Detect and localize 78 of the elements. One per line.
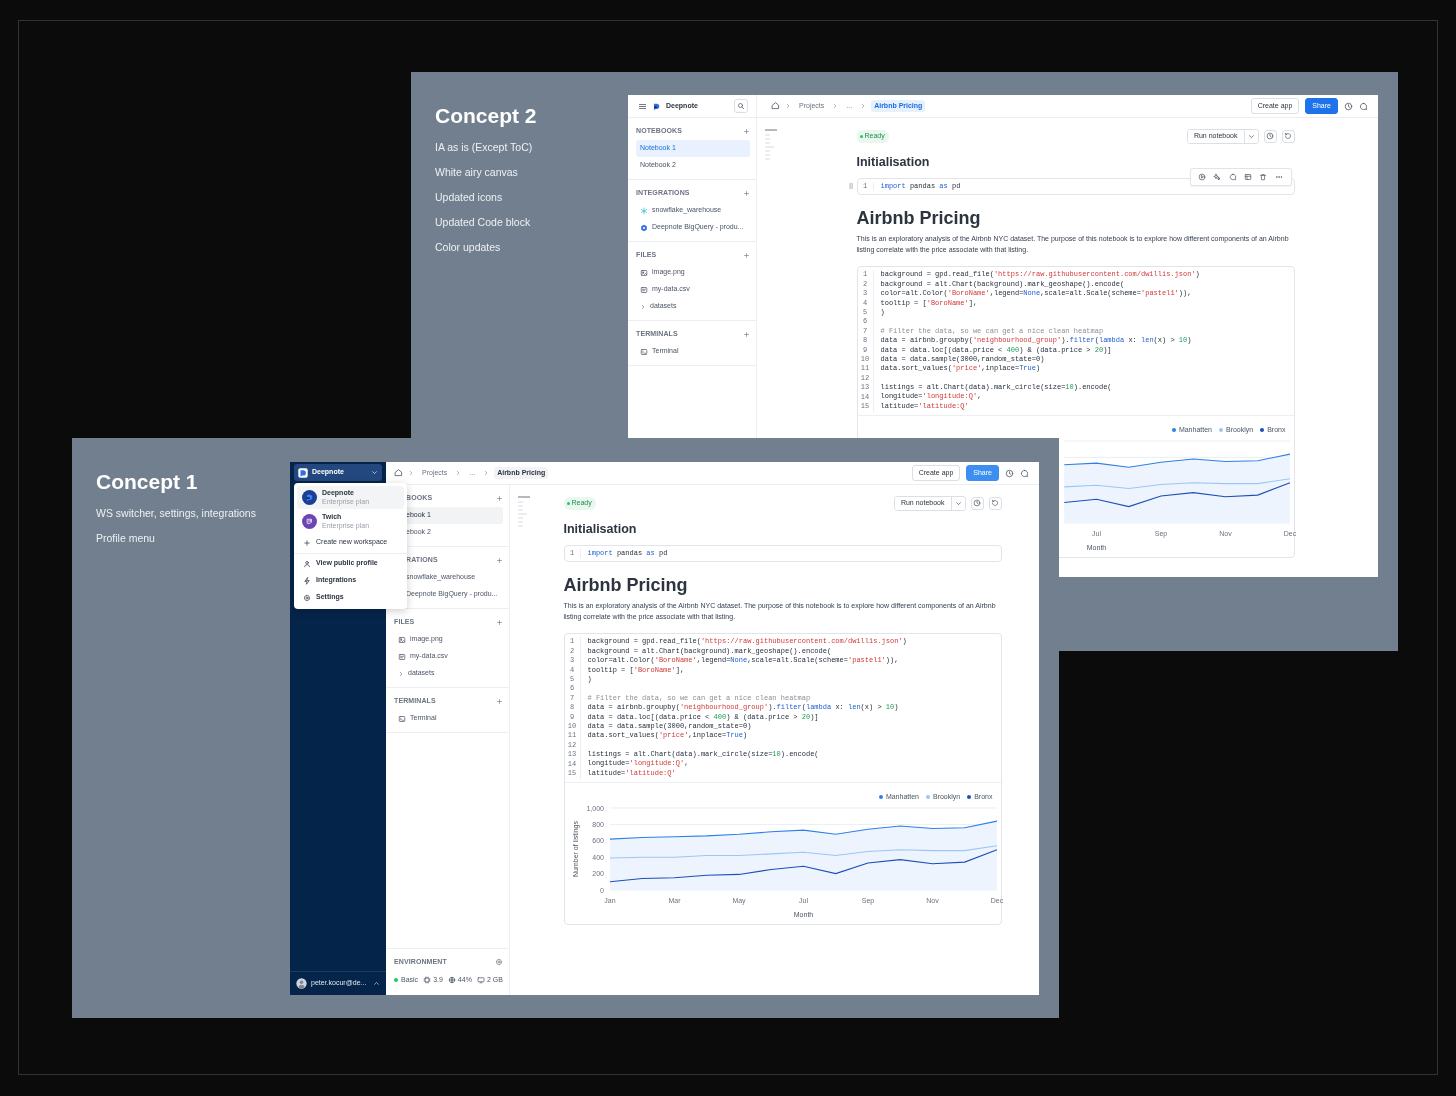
clock-icon[interactable] xyxy=(1005,468,1014,478)
clock-icon[interactable] xyxy=(1344,101,1353,111)
person-icon xyxy=(303,559,311,568)
chevron-down-icon xyxy=(371,469,378,476)
plus-icon xyxy=(303,538,311,547)
status-dot xyxy=(394,978,398,982)
table-icon[interactable] xyxy=(1244,173,1253,181)
plus-icon[interactable] xyxy=(496,618,503,626)
section-heading: Initialisation xyxy=(856,154,931,170)
chevron-right-icon xyxy=(398,670,404,677)
notebook-title: Airbnb Pricing xyxy=(563,574,689,597)
chevron-right-icon xyxy=(640,303,646,310)
file-icon xyxy=(398,652,406,661)
plus-icon[interactable] xyxy=(743,189,750,197)
comment-icon[interactable] xyxy=(1359,101,1368,111)
section-heading: Initialisation xyxy=(563,521,638,537)
image-file-icon xyxy=(398,635,406,644)
home-icon[interactable] xyxy=(394,468,403,478)
run-icon[interactable] xyxy=(1198,173,1207,181)
menu-icon[interactable] xyxy=(638,101,647,111)
note-text: Updated icons xyxy=(435,190,504,204)
drag-handle-icon[interactable] xyxy=(846,182,855,190)
history-button[interactable] xyxy=(1281,130,1295,143)
caret-icon xyxy=(1247,133,1255,140)
note-text: Updated Code block xyxy=(435,215,532,229)
search-button[interactable] xyxy=(734,99,748,113)
slide-title: Concept 2 xyxy=(435,103,538,129)
terminal-icon xyxy=(640,347,648,356)
chip-icon xyxy=(423,976,432,984)
plus-icon[interactable] xyxy=(496,494,503,502)
more-icon[interactable] xyxy=(1274,173,1283,181)
image-file-icon xyxy=(640,268,648,277)
hexagon-icon xyxy=(640,223,648,232)
chevron-up-icon[interactable] xyxy=(373,980,380,987)
globe-icon xyxy=(447,976,456,984)
comment-icon[interactable] xyxy=(1020,468,1029,478)
plus-icon[interactable] xyxy=(496,697,503,705)
chevron-right-icon xyxy=(408,470,414,476)
slide-title: Concept 1 xyxy=(96,469,199,495)
snowflake-icon xyxy=(640,206,648,215)
schedule-button[interactable] xyxy=(970,497,984,510)
chevron-right-icon xyxy=(483,470,490,476)
logo-icon xyxy=(298,467,308,478)
chevron-right-icon xyxy=(832,103,839,109)
clock-icon xyxy=(1266,132,1274,141)
settings-icon[interactable] xyxy=(495,958,503,966)
search-icon xyxy=(737,102,745,110)
sparkle-icon[interactable] xyxy=(1213,173,1222,181)
history-icon xyxy=(991,499,999,508)
file-icon xyxy=(640,285,648,294)
avatar-icon[interactable] xyxy=(296,978,307,989)
logo-icon xyxy=(652,101,661,111)
notebook-title: Airbnb Pricing xyxy=(856,207,982,230)
comment-icon[interactable] xyxy=(1228,173,1237,181)
outline-minimap[interactable] xyxy=(765,129,777,163)
note-text: White airy canvas xyxy=(435,165,519,179)
terminal-icon xyxy=(398,714,406,723)
schedule-button[interactable] xyxy=(1263,130,1277,143)
note-text: Profile menu xyxy=(96,531,156,545)
note-text: WS switcher, settings, integrations xyxy=(96,506,257,520)
note-text: IA as is (Except ToC) xyxy=(435,140,534,154)
bolt-icon xyxy=(303,576,311,585)
chevron-right-icon xyxy=(860,103,867,109)
chevron-right-icon xyxy=(455,470,462,476)
plus-icon[interactable] xyxy=(496,556,503,564)
clock-icon xyxy=(973,499,981,508)
home-icon[interactable] xyxy=(771,101,780,111)
settings-icon xyxy=(303,593,311,602)
note-text: Color updates xyxy=(435,240,502,254)
outline-minimap[interactable] xyxy=(518,496,530,530)
plus-icon[interactable] xyxy=(743,251,750,259)
caret-icon xyxy=(954,500,962,507)
history-button[interactable] xyxy=(988,497,1002,510)
plus-icon[interactable] xyxy=(743,330,750,338)
chevron-right-icon xyxy=(785,103,791,109)
history-icon xyxy=(1284,132,1292,141)
plus-icon[interactable] xyxy=(743,127,750,135)
trash-icon[interactable] xyxy=(1259,173,1268,181)
